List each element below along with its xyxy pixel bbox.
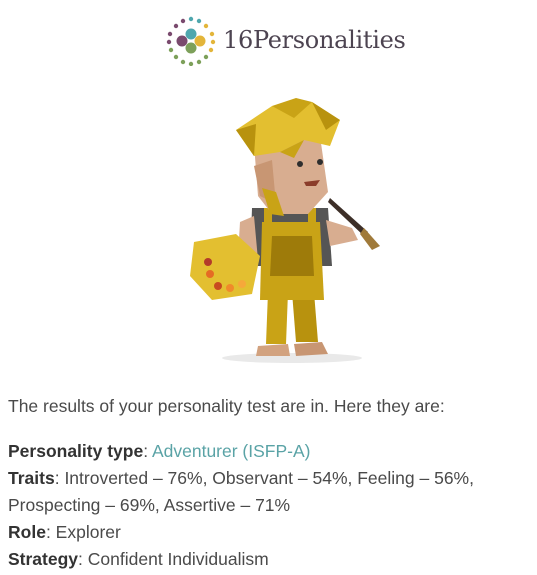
dots-circle-logo-icon xyxy=(166,16,216,66)
results-message: The results of your personality test are… xyxy=(8,393,528,573)
traits-label: Traits xyxy=(8,468,55,488)
role-line: Role: Explorer xyxy=(8,522,121,542)
adventurer-painter-illustration-icon xyxy=(190,98,380,363)
role-value: Explorer xyxy=(55,522,121,542)
role-label: Role xyxy=(8,522,46,542)
traits-line: Traits: Introverted – 76%, Observant – 5… xyxy=(8,468,474,515)
personality-type-line: Personality type: Adventurer (ISFP-A) xyxy=(8,441,311,461)
personality-type-label: Personality type xyxy=(8,441,144,461)
strategy-label: Strategy xyxy=(8,549,79,569)
personality-type-link[interactable]: Adventurer (ISFP-A) xyxy=(152,441,311,461)
traits-value: Introverted – 76%, Observant – 54%, Feel… xyxy=(8,468,474,515)
brand-logo[interactable]: 16Personalities xyxy=(165,14,425,66)
strategy-value: Confident Individualism xyxy=(87,549,269,569)
hero-illustration xyxy=(180,96,400,364)
brand-name: 16Personalities xyxy=(223,26,406,54)
strategy-line: Strategy: Confident Individualism xyxy=(8,549,269,569)
intro-text: The results of your personality test are… xyxy=(8,396,445,416)
